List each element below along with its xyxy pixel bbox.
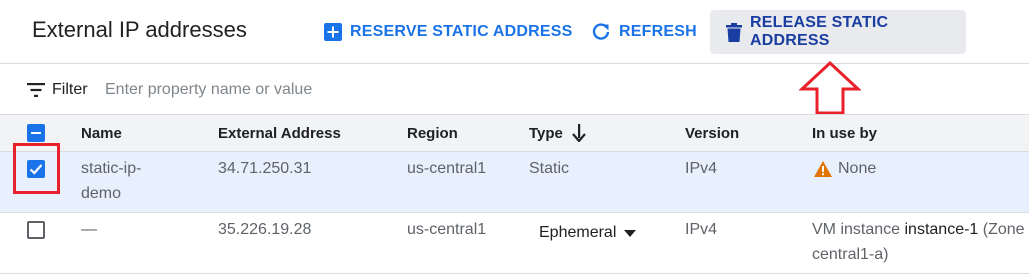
- reserve-static-address-button[interactable]: RESERVE STATIC ADDRESS: [314, 10, 583, 54]
- filter-input[interactable]: [105, 78, 525, 102]
- column-header-version[interactable]: Version: [685, 125, 739, 142]
- column-header-region[interactable]: Region: [407, 125, 458, 142]
- column-header-in-use-by[interactable]: In use by: [812, 125, 877, 142]
- warning-icon: [814, 161, 832, 182]
- page-title: External IP addresses: [32, 17, 247, 42]
- row-type: Static: [529, 160, 570, 177]
- row-checkbox[interactable]: [27, 221, 45, 239]
- row-external-address: 34.71.250.31: [218, 160, 312, 177]
- add-box-icon: [324, 23, 342, 41]
- column-header-name[interactable]: Name: [81, 125, 122, 142]
- row-version: IPv4: [685, 221, 718, 238]
- type-dropdown-value: Ephemeral: [539, 224, 617, 241]
- filter-label[interactable]: Filter: [52, 81, 88, 99]
- table-row[interactable]: — 35.226.19.28 us-central1 Ephemeral IPv…: [0, 213, 1029, 274]
- row-in-use-by: None: [838, 160, 877, 177]
- row-name-line2: demo: [81, 185, 122, 202]
- type-dropdown[interactable]: Ephemeral: [539, 221, 637, 245]
- release-static-address-label: RELEASE STATIC ADDRESS: [750, 14, 889, 49]
- annotation-highlight-box: [13, 143, 60, 194]
- table-header: Name External Address Region Type Versio…: [0, 115, 1029, 152]
- select-all-checkbox[interactable]: [27, 124, 45, 142]
- trash-icon: [726, 22, 742, 42]
- filter-icon[interactable]: [27, 83, 45, 102]
- in-use-zone: central1-a): [812, 246, 889, 263]
- row-external-address: 35.226.19.28: [218, 221, 312, 238]
- release-static-address-button[interactable]: RELEASE STATIC ADDRESS: [710, 10, 966, 54]
- row-region: us-central1: [407, 160, 487, 177]
- reserve-static-address-label: RESERVE STATIC ADDRESS: [350, 23, 573, 40]
- row-version: IPv4: [685, 160, 718, 177]
- instance-link[interactable]: instance-1: [905, 221, 979, 238]
- column-header-external-address[interactable]: External Address: [218, 125, 341, 142]
- refresh-label: REFRESH: [619, 23, 697, 40]
- column-header-type[interactable]: Type: [529, 125, 563, 142]
- dropdown-arrow-icon: [624, 224, 637, 242]
- filter-bar: Filter: [0, 64, 1029, 115]
- in-use-prefix: VM instance: [812, 221, 901, 238]
- row-region: us-central1: [407, 221, 487, 238]
- row-name-line1: —: [81, 221, 97, 238]
- refresh-button[interactable]: REFRESH: [581, 10, 707, 54]
- in-use-suffix: (Zone: [982, 221, 1025, 238]
- toolbar: External IP addresses RESERVE STATIC ADD…: [0, 0, 1029, 64]
- table-row[interactable]: static-ip- demo 34.71.250.31 us-central1…: [0, 152, 1029, 213]
- refresh-icon: [591, 22, 611, 42]
- row-in-use-by: VM instance instance-1 (Zone: [812, 218, 1025, 242]
- row-name-line1: static-ip-: [81, 160, 142, 177]
- sort-arrow-down-icon[interactable]: [572, 124, 586, 147]
